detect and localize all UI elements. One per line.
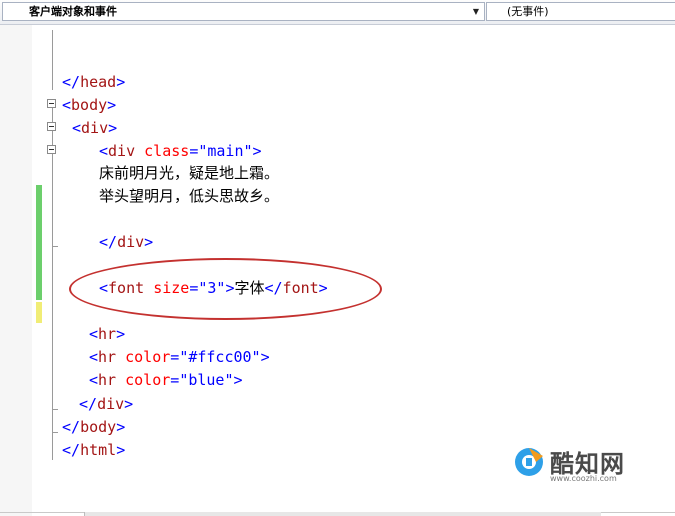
code-bracket: < xyxy=(62,96,72,114)
code-tag-name: div xyxy=(108,142,136,160)
code-tag-name: hr xyxy=(98,348,117,366)
code-line[interactable]: <hr color="#ffcc00"> xyxy=(89,347,270,367)
code-text: 床前明月光，疑是地上霜。 xyxy=(99,164,280,182)
code-line[interactable]: 床前明月光，疑是地上霜。 xyxy=(99,163,279,183)
outline-guide xyxy=(52,108,53,460)
collapse-body-icon[interactable] xyxy=(47,99,56,108)
code-line[interactable]: </div> xyxy=(99,232,153,252)
horizontal-scrollbar[interactable] xyxy=(84,512,601,516)
code-tag-name: head xyxy=(80,73,117,91)
collapse-div-main-icon[interactable] xyxy=(47,145,56,154)
code-attribute-value: "main" xyxy=(198,142,253,160)
code-line[interactable]: <div class="main"> xyxy=(99,141,262,161)
code-tag-name: body xyxy=(71,96,108,114)
code-tag-name: div xyxy=(97,395,125,413)
code-bracket: > xyxy=(144,233,154,251)
code-equals: = xyxy=(170,348,180,366)
code-bracket: > xyxy=(260,348,270,366)
code-attribute-value: "blue" xyxy=(179,371,234,389)
unsaved-change-bar xyxy=(36,302,42,323)
code-line[interactable]: <hr> xyxy=(89,324,125,344)
selection-margin xyxy=(0,25,32,516)
code-bracket: > xyxy=(124,395,134,413)
code-bracket: > xyxy=(116,325,126,343)
code-bracket: </ xyxy=(62,441,81,459)
outline-end-tick xyxy=(52,432,58,433)
code-bracket: < xyxy=(89,325,99,343)
code-tag-name: body xyxy=(80,418,117,436)
code-equals: = xyxy=(170,371,180,389)
event-dropdown-label: (无事件) xyxy=(507,5,549,18)
code-bracket: </ xyxy=(99,233,118,251)
saved-change-bar xyxy=(36,185,42,300)
collapse-div-icon[interactable] xyxy=(47,122,56,131)
code-tag-name: hr xyxy=(98,325,117,343)
code-attribute: color xyxy=(125,371,171,389)
code-line[interactable]: </body> xyxy=(62,417,125,437)
code-line[interactable]: <hr color="blue"> xyxy=(89,370,243,390)
code-text: 举头望明月，低头思故乡。 xyxy=(99,187,280,205)
client-objects-events-dropdown[interactable]: 客户端对象和事件 ▼ xyxy=(2,2,485,21)
code-tag-name: html xyxy=(80,441,117,459)
code-bracket: </ xyxy=(62,73,81,91)
code-tag-name: hr xyxy=(98,371,117,389)
outline-end-tick xyxy=(52,246,58,247)
code-line[interactable]: <div> xyxy=(72,118,117,138)
client-objects-events-label: 客户端对象和事件 xyxy=(29,5,117,18)
code-bracket: < xyxy=(72,119,82,137)
code-bracket: > xyxy=(107,96,117,114)
code-bracket: > xyxy=(233,371,243,389)
highlight-ellipse xyxy=(69,258,382,320)
code-bracket: > xyxy=(252,142,262,160)
coozhi-logo-icon xyxy=(515,448,543,476)
outline-end-tick xyxy=(52,409,58,410)
code-bracket: > xyxy=(116,441,126,459)
code-tag-name: div xyxy=(117,233,145,251)
code-line[interactable]: </html> xyxy=(62,440,125,460)
code-bracket: > xyxy=(116,418,126,436)
code-bracket: </ xyxy=(79,395,98,413)
code-attribute-value: "#ffcc00" xyxy=(179,348,261,366)
code-equals: = xyxy=(189,142,199,160)
code-line[interactable]: </head> xyxy=(62,72,125,92)
code-line[interactable]: <body> xyxy=(62,95,116,115)
coozhi-watermark: 酷知网 www.coozhi.com xyxy=(512,444,652,486)
code-line[interactable]: </div> xyxy=(79,394,133,414)
event-dropdown[interactable]: (无事件) xyxy=(486,2,675,21)
chevron-down-icon[interactable]: ▼ xyxy=(468,3,484,20)
code-attribute: class xyxy=(144,142,190,160)
editor-navigation-bar: 客户端对象和事件 ▼ (无事件) xyxy=(0,0,675,25)
watermark-url: www.coozhi.com xyxy=(550,474,617,483)
code-bracket: < xyxy=(99,142,109,160)
code-tag-name: div xyxy=(81,119,109,137)
code-bracket: < xyxy=(89,371,99,389)
code-line[interactable]: 举头望明月，低头思故乡。 xyxy=(99,186,279,206)
code-bracket: < xyxy=(89,348,99,366)
code-attribute: color xyxy=(125,348,171,366)
code-bracket: > xyxy=(108,119,118,137)
code-bracket: </ xyxy=(62,418,81,436)
outline-guide xyxy=(52,30,53,90)
code-bracket: > xyxy=(116,73,126,91)
